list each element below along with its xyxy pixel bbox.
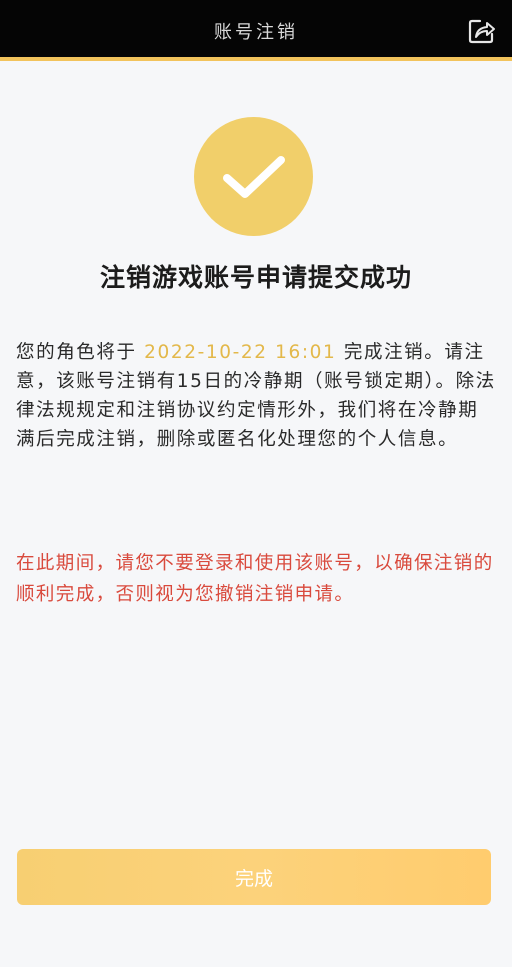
description-prefix: 您的角色将于	[16, 342, 145, 363]
done-button[interactable]: 完成	[17, 849, 491, 905]
cancellation-date: 2022-10-22 16:01	[144, 342, 337, 363]
share-button[interactable]	[468, 18, 496, 44]
checkmark-icon	[222, 155, 285, 198]
warning-text: 在此期间，请您不要登录和使用该账号，以确保注销的顺利完成，否则视为您撤销注销申请…	[16, 553, 494, 605]
top-bar: 账号注销	[0, 0, 512, 57]
description-text: 您的角色将于 2022-10-22 16:01 完成注销。请注意，该账号注销有1…	[16, 338, 496, 454]
share-icon	[468, 19, 495, 44]
header-accent-divider	[0, 57, 512, 61]
success-badge	[194, 117, 313, 236]
status-title: 注销游戏账号申请提交成功	[99, 263, 412, 292]
page-title: 账号注销	[214, 22, 298, 43]
